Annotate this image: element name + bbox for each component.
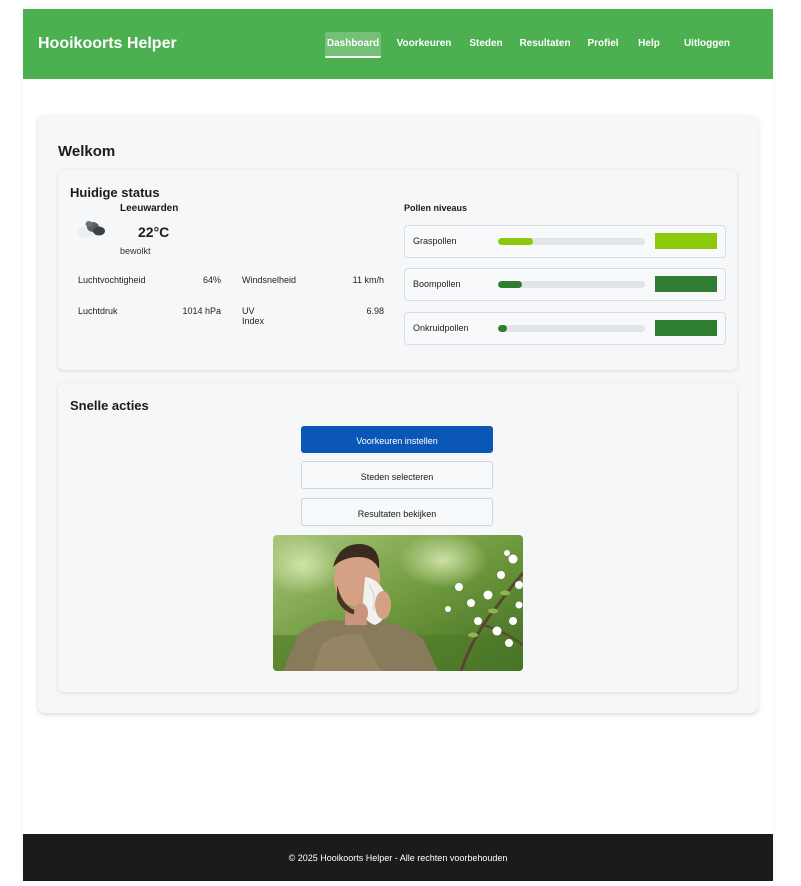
metric-value: 6.98 <box>366 306 384 316</box>
page-footer: © 2025 Hooikoorts Helper - Alle rechten … <box>23 834 773 881</box>
metric-label: Luchtdruk <box>78 306 118 316</box>
pollen-fill <box>498 238 534 245</box>
metric-label: Windsnelheid <box>242 275 297 285</box>
nav-help[interactable]: Help <box>635 32 663 56</box>
nav-dashboard[interactable]: Dashboard <box>325 32 381 58</box>
top-header: Hooikoorts Helper Dashboard Voorkeuren S… <box>23 9 773 79</box>
metric-value: 11 km/h <box>352 275 384 285</box>
sneezing-man-image <box>273 535 523 671</box>
pollen-name: Onkruidpollen <box>413 323 469 333</box>
nav-uitloggen[interactable]: Uitloggen <box>680 32 734 56</box>
view-results-button[interactable]: Resultaten bekijken <box>301 498 493 526</box>
metric-value: 1014 hPa <box>182 306 221 316</box>
nav-profiel[interactable]: Profiel <box>586 32 620 56</box>
pollen-row-boom: Boompollen <box>404 268 726 301</box>
welcome-card: Welkom Huidige status Leeuwarden 22°C be… <box>38 115 758 713</box>
pollen-row-gras: Graspollen <box>404 225 726 258</box>
metric-label: Luchtvochtigheid <box>78 275 146 285</box>
status-panel: Huidige status Leeuwarden 22°C bewolkt L… <box>58 170 737 370</box>
pollen-level-swatch <box>655 320 717 336</box>
pollen-track <box>498 325 645 332</box>
nav-resultaten[interactable]: Resultaten <box>519 32 571 56</box>
temperature: 22°C <box>138 224 170 240</box>
pollen-name: Graspollen <box>413 236 457 246</box>
cloud-icon <box>78 221 105 238</box>
pollen-fill <box>498 281 522 288</box>
pollen-title: Pollen niveaus <box>404 203 468 213</box>
quick-actions-panel: Snelle acties Voorkeuren instellen Stede… <box>58 383 737 692</box>
preferences-button[interactable]: Voorkeuren instellen <box>301 426 493 453</box>
pollen-level-swatch <box>655 276 717 292</box>
nav-voorkeuren[interactable]: Voorkeuren <box>395 32 453 56</box>
pollen-track <box>498 281 645 288</box>
quick-actions-title: Snelle acties <box>70 398 149 413</box>
metric-label: UV Index <box>242 306 265 326</box>
pollen-track <box>498 238 645 245</box>
status-title: Huidige status <box>70 185 160 200</box>
pollen-fill <box>498 325 507 332</box>
pollen-level-swatch <box>655 233 717 249</box>
main-nav: Dashboard Voorkeuren Steden Resultaten P… <box>23 32 773 58</box>
weather-condition: bewolkt <box>120 246 151 256</box>
metric-value: 64% <box>202 275 221 285</box>
city-name: Leeuwarden <box>120 203 179 214</box>
page-title: Welkom <box>58 143 116 160</box>
nav-steden[interactable]: Steden <box>467 32 505 56</box>
app-window: Hooikoorts Helper Dashboard Voorkeuren S… <box>23 9 773 881</box>
pollen-row-onkruid: Onkruidpollen <box>404 312 726 345</box>
select-cities-button[interactable]: Steden selecteren <box>301 461 493 489</box>
footer-text: © 2025 Hooikoorts Helper - Alle rechten … <box>288 853 508 863</box>
pollen-name: Boompollen <box>413 279 461 289</box>
